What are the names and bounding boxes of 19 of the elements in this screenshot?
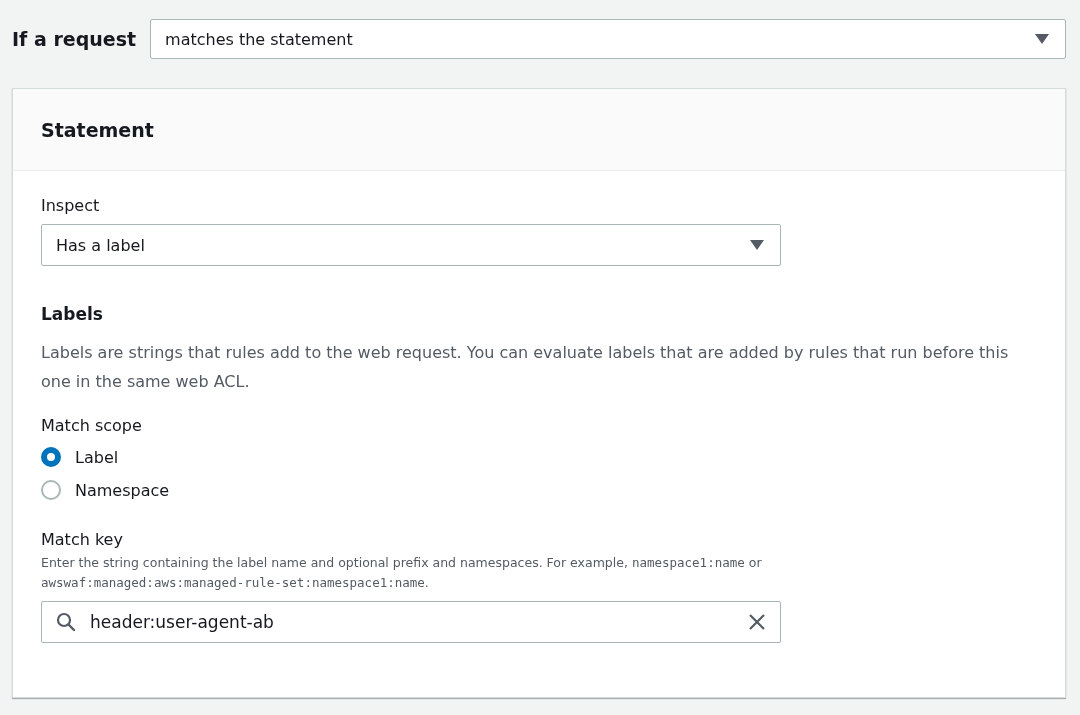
match-key-description: Enter the string containing the label name and optional prefix and namespaces. For example, namespace1:name or awswaf:managed:aws:managed-rule-set:namespace1:name. xyxy=(41,554,763,592)
inspect-select[interactable]: Has a label xyxy=(41,224,781,266)
field-label: Match scope xyxy=(41,416,142,435)
field-label: Inspect xyxy=(41,196,100,215)
condition-select[interactable]: matches the statement xyxy=(150,19,1066,59)
search-field[interactable]: header:user-agent-ab xyxy=(41,601,781,643)
caret-icon xyxy=(750,240,764,250)
search-icon xyxy=(56,612,76,632)
labels-description: Labels are strings that rules add to the web request. You can evaluate labels that are added by rules that run before this one in the same web ACL. xyxy=(41,342,1010,393)
clear-icon[interactable] xyxy=(748,613,766,631)
radio-button[interactable] xyxy=(41,480,61,500)
caret-icon xyxy=(1035,34,1049,44)
radio-button[interactable] xyxy=(41,447,61,467)
radio-label[interactable]: Label xyxy=(75,447,119,467)
field-label: Match key xyxy=(41,530,123,549)
condition-label: If a request xyxy=(12,28,137,50)
section-heading: Labels xyxy=(41,304,103,324)
card-title: Statement xyxy=(41,118,154,141)
radio-label[interactable]: Namespace xyxy=(75,480,170,500)
